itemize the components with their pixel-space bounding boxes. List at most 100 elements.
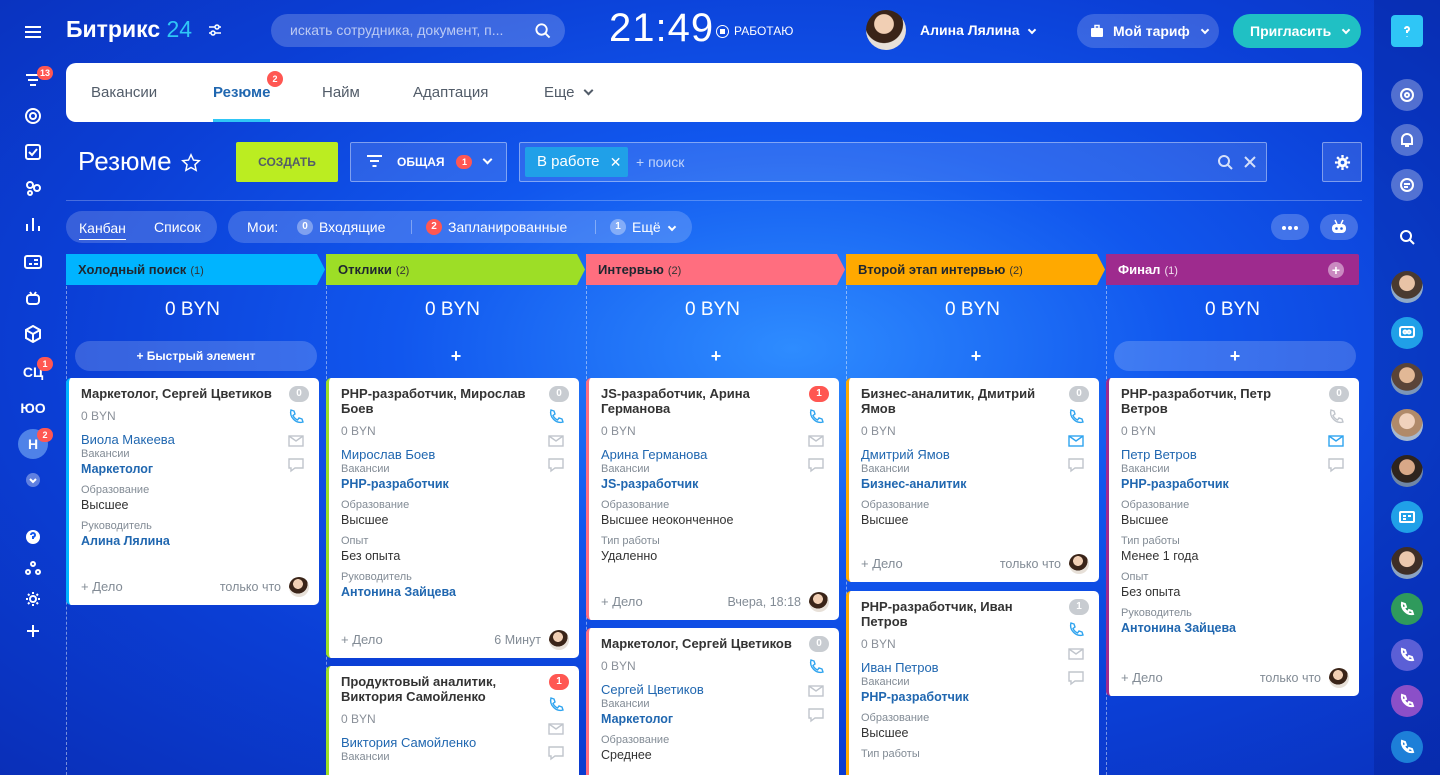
mail-icon[interactable]	[1067, 646, 1085, 662]
counter-more[interactable]: 1 Ещё	[610, 211, 676, 243]
field-value[interactable]: Маркетолог	[601, 712, 829, 726]
settings-button[interactable]	[1322, 142, 1362, 182]
column-header[interactable]: Отклики (2)	[326, 254, 585, 285]
field-value[interactable]: JS-разработчик	[601, 477, 829, 491]
phone-icon[interactable]	[1327, 409, 1345, 425]
quick-add-button[interactable]: +	[335, 341, 577, 371]
column-header[interactable]: Второй этап интервью (2)	[846, 254, 1105, 285]
comment-icon[interactable]	[807, 457, 825, 473]
kanban-card[interactable]: PHP-разработчик, Мирослав Боев 0 0 BYN М…	[326, 378, 579, 658]
close-icon[interactable]: ✕	[610, 147, 622, 177]
crm-icon[interactable]	[0, 174, 66, 202]
field-value[interactable]: PHP-разработчик	[1121, 477, 1349, 491]
card-title[interactable]: Маркетолог, Сергей Цветиков	[601, 636, 801, 651]
work-status[interactable]: РАБОТАЮ	[716, 24, 793, 38]
field-value[interactable]: PHP-разработчик	[341, 477, 569, 491]
user-avatar[interactable]	[1391, 547, 1423, 579]
card-contact[interactable]: Виктория Самойленко	[341, 735, 569, 750]
quick-add-button[interactable]: + Быстрый элемент	[75, 341, 317, 371]
box-icon[interactable]	[0, 320, 66, 348]
kanban-card[interactable]: PHP-разработчик, Петр Ветров 0 0 BYN Пет…	[1106, 378, 1359, 696]
avatar[interactable]	[1069, 554, 1089, 574]
global-search-input[interactable]: искать сотрудника, документ, п...	[271, 14, 565, 47]
comment-icon[interactable]	[1067, 670, 1085, 686]
help-icon[interactable]	[0, 523, 66, 551]
field-value[interactable]: PHP-разработчик	[861, 690, 1089, 704]
avatar[interactable]	[809, 592, 829, 612]
kanban-card[interactable]: Бизнес-аналитик, Дмитрий Ямов 0 0 BYN Дм…	[846, 378, 1099, 582]
view-list[interactable]: Список	[154, 211, 201, 243]
search-icon[interactable]	[534, 22, 551, 39]
more-button[interactable]	[1271, 214, 1309, 240]
field-value[interactable]: Бизнес-аналитик	[861, 477, 1089, 491]
phone-icon[interactable]	[547, 697, 565, 713]
create-button[interactable]: СОЗДАТЬ	[236, 142, 338, 182]
kanban-card[interactable]: PHP-разработчик, Иван Петров 1 0 BYN Ива…	[846, 591, 1099, 775]
phone-icon[interactable]	[1067, 409, 1085, 425]
user-avatar[interactable]	[1391, 271, 1423, 303]
mail-icon[interactable]	[1067, 433, 1085, 449]
tab-hiring[interactable]: Найм	[322, 63, 360, 122]
quick-add-button[interactable]: +	[595, 341, 837, 371]
search-icon[interactable]	[1391, 221, 1423, 253]
analytics-icon[interactable]	[0, 210, 66, 238]
kanban-card[interactable]: Маркетолог, Сергей Цветиков 0 0 BYN Серг…	[586, 628, 839, 775]
comment-icon[interactable]	[547, 457, 565, 473]
search-icon[interactable]	[1217, 154, 1233, 170]
user-menu[interactable]: Алина Лялина	[866, 10, 1037, 50]
quick-add-button[interactable]: +	[855, 341, 1097, 371]
card-title[interactable]: Маркетолог, Сергей Цветиков	[81, 386, 281, 401]
card-contact[interactable]: Виола Макеева	[81, 432, 309, 447]
counter-incoming[interactable]: 0 Входящие	[297, 211, 385, 243]
card-contact[interactable]: Иван Петров	[861, 660, 1089, 675]
phone-icon[interactable]	[1391, 685, 1423, 717]
logo[interactable]: Битрикс 24	[66, 16, 192, 43]
phone-icon[interactable]	[1067, 622, 1085, 638]
contact-card-icon[interactable]	[0, 248, 66, 276]
comment-icon[interactable]	[1067, 457, 1085, 473]
sidebar-item-yo[interactable]: ЮО	[0, 394, 66, 422]
clear-icon[interactable]	[1242, 154, 1258, 170]
add-column-icon[interactable]: +	[1328, 262, 1344, 278]
card-contact[interactable]: Петр Ветров	[1121, 447, 1349, 462]
comment-icon[interactable]	[287, 457, 305, 473]
card-contact[interactable]: Мирослав Боев	[341, 447, 569, 462]
kanban-card[interactable]: Продуктовый аналитик, Виктория Самойленк…	[326, 666, 579, 775]
mail-icon[interactable]	[807, 683, 825, 699]
kanban-card[interactable]: Маркетолог, Сергей Цветиков 0 0 BYN Виол…	[66, 378, 319, 605]
card-contact[interactable]: Дмитрий Ямов	[861, 447, 1089, 462]
phone-icon[interactable]	[807, 409, 825, 425]
quick-add-button[interactable]: +	[1114, 341, 1356, 371]
chat-icon[interactable]	[1391, 169, 1423, 201]
target-icon[interactable]	[0, 102, 66, 130]
add-activity-link[interactable]: + Дело	[861, 556, 903, 571]
card-contact[interactable]: Сергей Цветиков	[601, 682, 829, 697]
phone-icon[interactable]	[287, 409, 305, 425]
field-value[interactable]: Антонина Зайцева	[341, 585, 569, 599]
counter-planned[interactable]: 2 Запланированные	[426, 211, 567, 243]
feed-icon[interactable]: 13	[0, 66, 66, 94]
tasks-icon[interactable]	[0, 138, 66, 166]
add-activity-link[interactable]: + Дело	[1121, 670, 1163, 685]
add-icon[interactable]	[0, 617, 66, 645]
card-title[interactable]: Бизнес-аналитик, Дмитрий Ямов	[861, 386, 1061, 416]
mail-icon[interactable]	[807, 433, 825, 449]
phone-icon[interactable]	[1391, 731, 1423, 763]
user-avatar[interactable]	[1391, 409, 1423, 441]
filter-preset-button[interactable]: ОБЩАЯ 1	[350, 142, 507, 182]
view-kanban[interactable]: Канбан	[79, 217, 126, 240]
chevron-down-icon[interactable]	[0, 466, 66, 494]
card-title[interactable]: PHP-разработчик, Иван Петров	[861, 599, 1061, 629]
tab-adaptation[interactable]: Адаптация	[413, 63, 488, 122]
star-icon[interactable]	[180, 152, 202, 174]
comment-icon[interactable]	[1327, 457, 1345, 473]
settings-sliders-icon[interactable]	[208, 24, 222, 36]
comment-icon[interactable]	[807, 707, 825, 723]
bell-icon[interactable]	[1391, 124, 1423, 156]
column-header[interactable]: Финал (1) +	[1106, 254, 1359, 285]
mail-icon[interactable]	[1327, 433, 1345, 449]
mail-icon[interactable]	[547, 433, 565, 449]
sidebar-item-sc[interactable]: СЦ	[0, 358, 66, 386]
add-activity-link[interactable]: + Дело	[81, 579, 123, 594]
phone-icon[interactable]	[547, 409, 565, 425]
